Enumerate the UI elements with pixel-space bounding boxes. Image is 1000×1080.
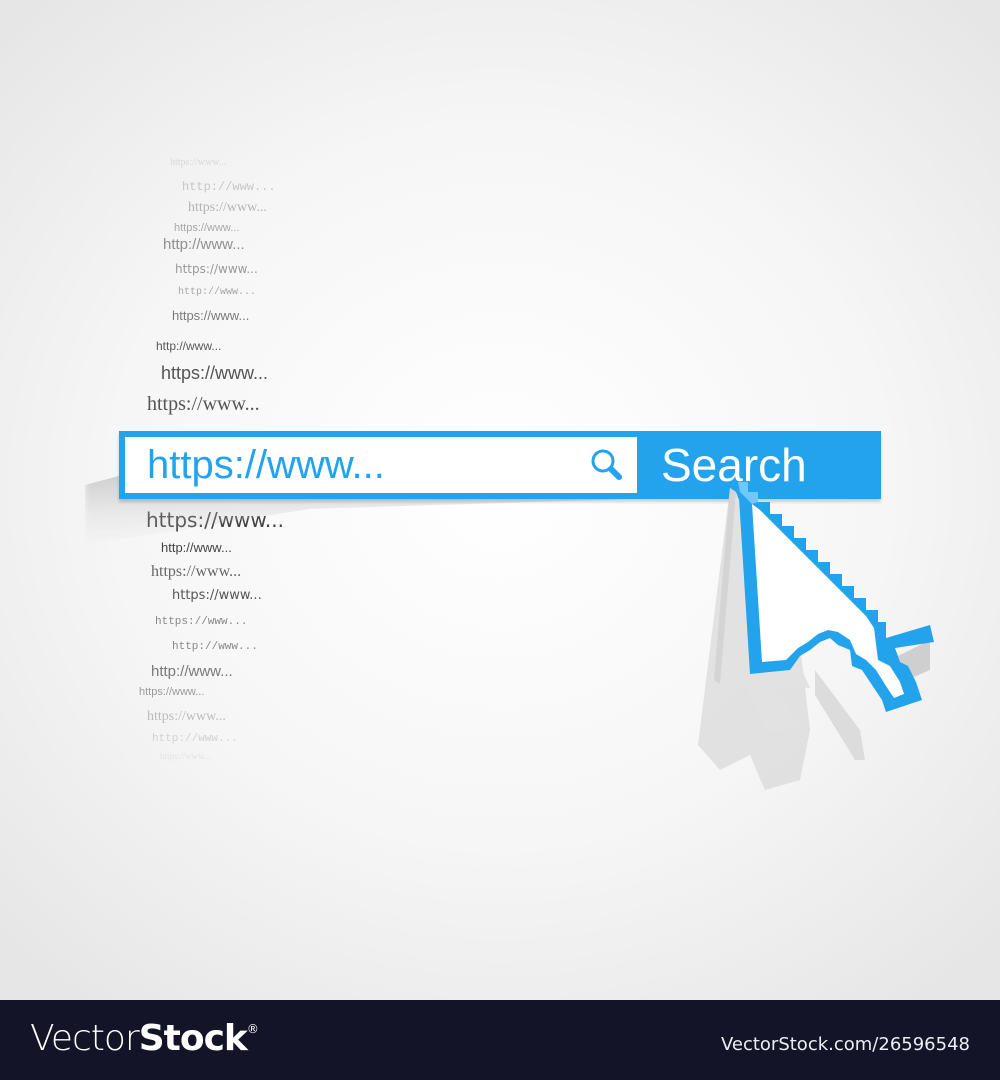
history-url-item: https://www... (175, 262, 258, 276)
cursor-arrow-icon (698, 482, 934, 790)
history-url-item: https://www... (139, 686, 205, 698)
history-url-item: https://www... (172, 308, 250, 323)
history-url-item: https://www... (172, 588, 262, 603)
history-url-item: http://www... (182, 180, 276, 194)
brand-light: Vector (30, 1018, 140, 1059)
registered-mark: ® (246, 1022, 259, 1036)
search-icon[interactable] (589, 447, 625, 483)
history-url-item: http://www... (172, 641, 258, 653)
history-url-item: https://www... (170, 157, 227, 168)
history-url-item: https://www... (151, 563, 242, 580)
history-url-item: http://www... (178, 287, 257, 298)
watermark-footer: VectorStock® VectorStock.com/26596548 (0, 1000, 1000, 1080)
history-url-item: https://www... (160, 751, 211, 761)
pointer-cursor (690, 470, 950, 800)
history-url-item: https://www... (161, 363, 269, 383)
history-url-item: https://www... (174, 222, 240, 234)
brand-bold: Stock (138, 1018, 248, 1059)
history-url-item: https://www... (188, 200, 267, 215)
vectorstock-logo: VectorStock® (30, 1018, 259, 1059)
history-url-item: http://www... (151, 663, 233, 680)
history-url-item: https://www... (155, 616, 248, 628)
url-input[interactable] (125, 437, 637, 493)
history-url-item: https://www... (147, 393, 260, 415)
history-url-item: http://www... (152, 733, 238, 745)
history-url-item: http://www... (156, 339, 222, 353)
history-url-item: https://www... (147, 709, 226, 724)
history-url-item: http://www... (163, 236, 245, 253)
asset-id: VectorStock.com/26596548 (720, 1034, 970, 1055)
history-url-item: http://www... (161, 540, 232, 555)
